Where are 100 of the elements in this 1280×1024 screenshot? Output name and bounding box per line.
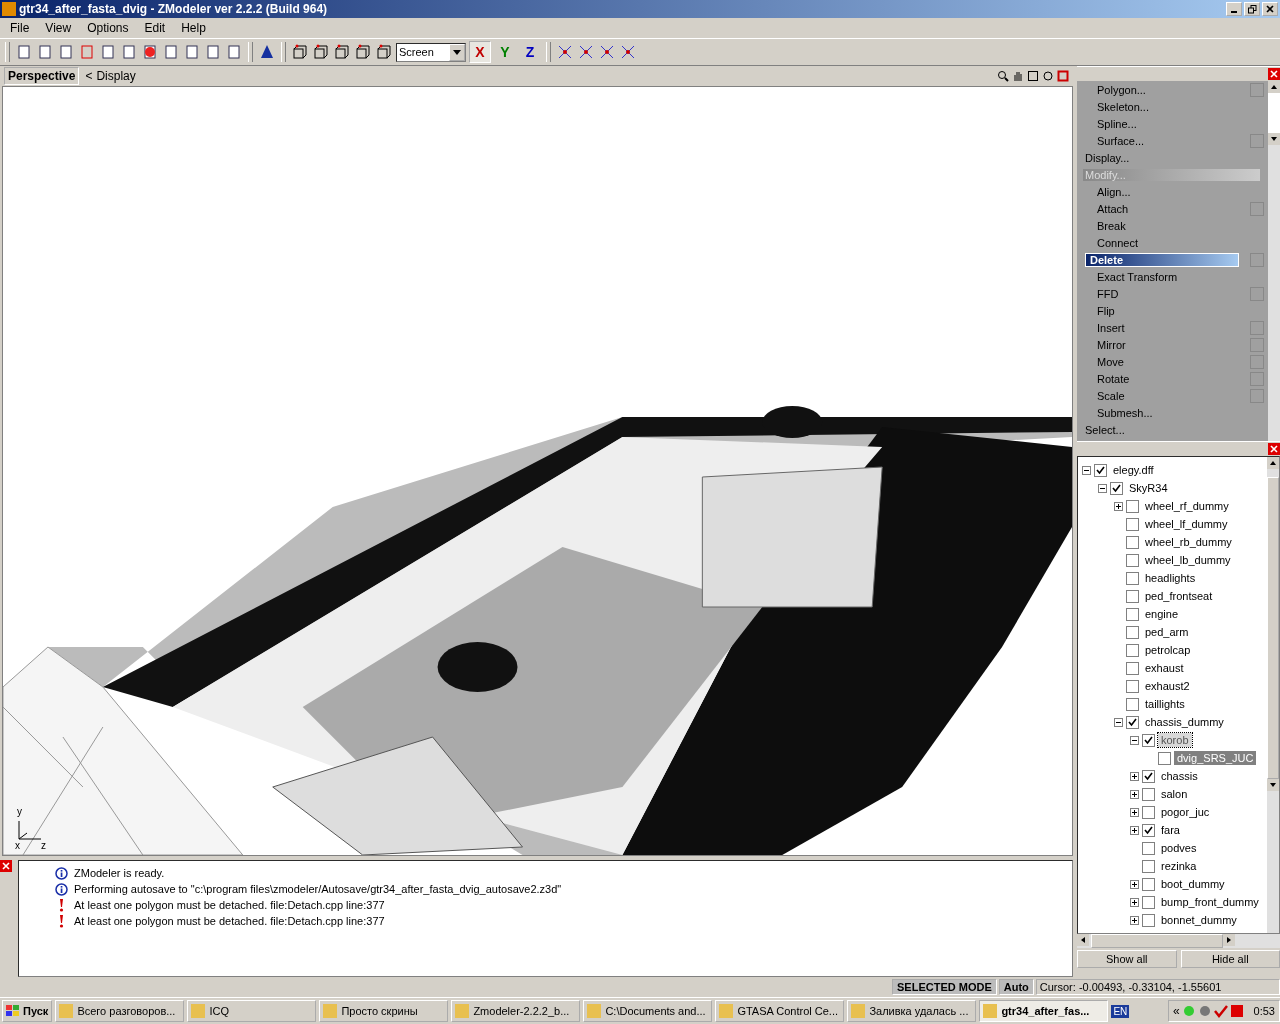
expand-icon[interactable] bbox=[1130, 789, 1139, 799]
tree-button[interactable]: Hide all bbox=[1180, 950, 1280, 968]
tree-item[interactable]: taillights bbox=[1142, 697, 1188, 711]
checkbox[interactable] bbox=[1142, 841, 1155, 855]
start-button[interactable]: Пуск bbox=[2, 1000, 53, 1022]
menu-item[interactable]: Options bbox=[79, 21, 137, 35]
caret-icon[interactable] bbox=[453, 49, 461, 55]
scroll-up-icon[interactable] bbox=[1268, 81, 1280, 93]
back-arrow[interactable]: < bbox=[85, 69, 93, 83]
tree-item[interactable]: wheel_rb_dummy bbox=[1142, 535, 1235, 549]
close-button[interactable] bbox=[1262, 2, 1278, 16]
maximize-viewport-icon[interactable] bbox=[1057, 70, 1069, 82]
checkbox[interactable] bbox=[1142, 913, 1155, 927]
checkbox[interactable] bbox=[1126, 715, 1139, 729]
collapse-icon[interactable] bbox=[1098, 483, 1107, 493]
checkbox[interactable] bbox=[1142, 769, 1155, 783]
command-item[interactable]: Scale bbox=[1095, 389, 1245, 402]
tree-button[interactable]: Show all bbox=[1077, 950, 1177, 968]
scroll-up-icon[interactable] bbox=[1267, 457, 1279, 469]
checkbox[interactable] bbox=[1126, 571, 1139, 585]
expand-icon[interactable] bbox=[1130, 825, 1139, 835]
tree-item[interactable]: fara bbox=[1158, 823, 1183, 837]
display-link[interactable]: Display bbox=[96, 69, 136, 83]
expand-icon[interactable] bbox=[1130, 915, 1139, 925]
axis-button[interactable]: X bbox=[469, 41, 491, 63]
space-dropdown[interactable]: Screen bbox=[396, 42, 466, 62]
checkbox[interactable] bbox=[1142, 733, 1155, 747]
checkbox[interactable] bbox=[1126, 607, 1139, 621]
zoom-icon[interactable] bbox=[997, 70, 1009, 82]
taskbar-button[interactable]: Zmodeler-2.2.2_b... bbox=[451, 1000, 581, 1022]
checkbox[interactable] bbox=[1126, 517, 1139, 531]
command-item[interactable]: Spline... bbox=[1095, 117, 1245, 130]
taskbar-button[interactable]: Всего разговоров... bbox=[55, 1000, 185, 1022]
expand-icon[interactable] bbox=[1130, 879, 1139, 889]
close-icon[interactable] bbox=[1268, 68, 1280, 80]
axis-button[interactable]: Z bbox=[519, 41, 541, 63]
checkbox[interactable] bbox=[1142, 823, 1155, 837]
checkbox[interactable] bbox=[1126, 679, 1139, 693]
menu-item[interactable]: Edit bbox=[136, 21, 174, 35]
tree-item[interactable]: podves bbox=[1158, 841, 1200, 855]
fit-view-icon[interactable] bbox=[1027, 70, 1039, 82]
command-item[interactable]: Skeleton... bbox=[1095, 100, 1245, 113]
menu-item[interactable]: Help bbox=[173, 21, 214, 35]
checkbox[interactable] bbox=[1126, 535, 1139, 549]
checkbox[interactable] bbox=[1126, 697, 1139, 711]
tree-item[interactable]: boot_dummy bbox=[1158, 877, 1228, 891]
command-item[interactable]: Delete bbox=[1085, 252, 1239, 267]
checkbox[interactable] bbox=[1126, 625, 1139, 639]
checkbox[interactable] bbox=[1142, 877, 1155, 891]
tree-item[interactable]: rezinka bbox=[1158, 859, 1200, 873]
checkbox[interactable] bbox=[1110, 481, 1123, 495]
command-item[interactable]: Move bbox=[1095, 355, 1245, 368]
command-item[interactable]: Mirror bbox=[1095, 338, 1245, 351]
scroll-thumb[interactable] bbox=[1091, 934, 1223, 948]
checkbox[interactable] bbox=[1094, 463, 1107, 477]
tree-item[interactable]: SkyR34 bbox=[1126, 481, 1171, 495]
checkbox[interactable] bbox=[1158, 751, 1171, 765]
checkbox[interactable] bbox=[1126, 643, 1139, 657]
command-item[interactable]: Exact Transform bbox=[1095, 270, 1245, 283]
taskbar-button[interactable]: Заливка удалась ... bbox=[847, 1000, 977, 1022]
perspective-tab[interactable]: Perspective bbox=[4, 67, 80, 85]
command-item[interactable]: Polygon... bbox=[1095, 83, 1245, 96]
command-item[interactable]: Connect bbox=[1095, 236, 1245, 249]
vertex-select-icon[interactable] bbox=[291, 43, 309, 61]
new-file-icon[interactable] bbox=[15, 43, 33, 61]
expand-icon[interactable] bbox=[1114, 501, 1123, 511]
tree-item[interactable]: wheel_lb_dummy bbox=[1142, 553, 1234, 567]
tree-item[interactable]: chassis bbox=[1158, 769, 1201, 783]
taskbar-button[interactable]: Просто скрины bbox=[319, 1000, 449, 1022]
tree-item[interactable]: engine bbox=[1142, 607, 1182, 621]
checkbox[interactable] bbox=[1142, 895, 1155, 909]
taskbar-button[interactable]: GTASA Control Ce... bbox=[715, 1000, 845, 1022]
menu-item[interactable]: View bbox=[37, 21, 80, 35]
command-item[interactable]: Flip bbox=[1095, 304, 1245, 317]
tree-item[interactable]: ped_frontseat bbox=[1142, 589, 1216, 603]
tree-item[interactable]: dvig_SRS_JUC bbox=[1174, 751, 1257, 765]
tree-item[interactable]: exhaust2 bbox=[1142, 679, 1193, 693]
close-icon[interactable] bbox=[1268, 443, 1280, 455]
command-group[interactable]: Display... bbox=[1083, 151, 1260, 164]
tree-item[interactable]: wheel_lf_dummy bbox=[1142, 517, 1231, 531]
3d-viewport[interactable]: y x z bbox=[2, 86, 1073, 856]
tree-item[interactable]: elegy.dff bbox=[1110, 463, 1157, 477]
scroll-down-icon[interactable] bbox=[1268, 133, 1280, 145]
command-group[interactable]: Select... bbox=[1083, 423, 1260, 436]
scrollbar[interactable] bbox=[1267, 457, 1279, 933]
scroll-down-icon[interactable] bbox=[1267, 779, 1279, 791]
tree-item[interactable]: bonnet_dummy bbox=[1158, 913, 1240, 927]
command-item[interactable]: Surface... bbox=[1095, 134, 1245, 147]
menu-item[interactable]: File bbox=[2, 21, 38, 35]
tree-item[interactable]: exhaust bbox=[1142, 661, 1187, 675]
command-item[interactable]: Submesh... bbox=[1095, 406, 1245, 419]
command-item[interactable]: Break bbox=[1095, 219, 1245, 232]
command-item[interactable]: FFD bbox=[1095, 287, 1245, 300]
checkbox[interactable] bbox=[1142, 787, 1155, 801]
scrollbar[interactable] bbox=[1268, 81, 1280, 441]
command-item[interactable]: Attach bbox=[1095, 202, 1245, 215]
command-item[interactable]: Rotate bbox=[1095, 372, 1245, 385]
tray-expand-button[interactable]: « bbox=[1172, 1004, 1180, 1018]
expand-icon[interactable] bbox=[1130, 771, 1139, 781]
taskbar-button[interactable]: C:\Documents and... bbox=[583, 1000, 713, 1022]
